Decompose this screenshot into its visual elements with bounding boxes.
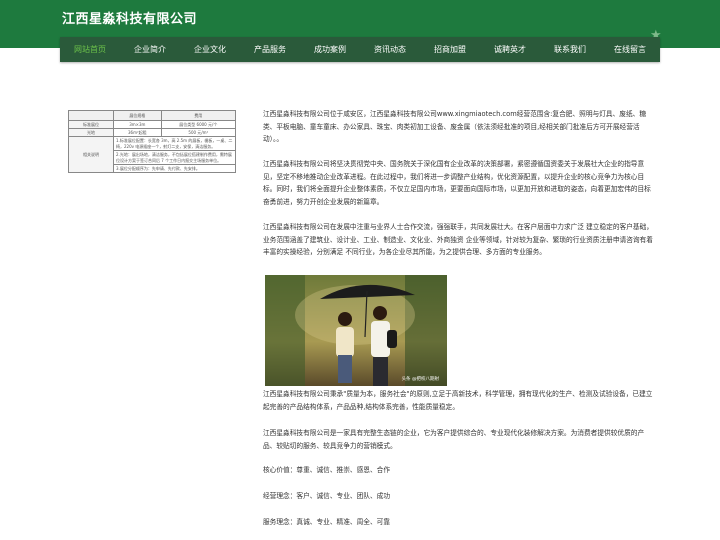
nav-item-cases[interactable]: 成功案例 <box>300 37 360 62</box>
core-values: 核心价值：尊重、诚信、推崇、感恩、合作 <box>263 466 391 474</box>
exhibition-table: 展位规格 费用 标准展位 3m×3m 展位类型 6000 元/个 光地 36m²… <box>68 110 237 173</box>
nav-item-products[interactable]: 产品服务 <box>240 37 300 62</box>
service-philosophy: 服务理念：真诚、专业、精准、周全、可靠 <box>263 518 391 526</box>
reform-paragraph: 江西星淼科技有限公司将坚决贯彻党中央、国务院关于深化国有企业改革的决策部署，紧密… <box>263 160 651 206</box>
table-cell: 3m×3m <box>113 120 162 129</box>
nav-item-culture[interactable]: 企业文化 <box>180 37 240 62</box>
solution-paragraph: 江西星淼科技有限公司是一家具有完整生态链的企业，它为客户提供综合的、专业现代化装… <box>263 429 645 450</box>
table-header: 费用 <box>160 110 237 121</box>
table-cell: 2.光地：展出场地，清洁服务，不包括展位搭建制作费用，需特展位设计方案于签订合同… <box>113 150 236 165</box>
intro-paragraph: 江西星淼科技有限公司位于咸安区，江西星淼科技有限公司www.xingmiaote… <box>263 110 647 143</box>
couple-umbrella-photo: 头条 @把校八期射 <box>265 275 447 386</box>
table-row: 相关说明 1.标准展位配置：长宽各 3m，高 2.5m 的展板，楣板，一桌、二椅… <box>68 136 236 173</box>
table-cell: 展位类型 6000 元/个 <box>160 120 237 129</box>
nav-item-about[interactable]: 企业简介 <box>120 37 180 62</box>
table-cell: 标准展位 <box>68 120 114 129</box>
cooperation-paragraph: 江西星淼科技有限公司在发展中注重与业界人士合作交流，强强联手，共同发展壮大。在客… <box>263 223 653 256</box>
table-cell: 36m²起租 <box>113 128 162 137</box>
business-philosophy: 经营理念：客户、诚信、专业、团队、成功 <box>263 492 391 500</box>
table-cell: 光地 <box>68 128 114 137</box>
photo-caption: 头条 @把校八期射 <box>401 377 439 382</box>
table-row: 光地 36m²起租 500 元/m² <box>68 128 237 137</box>
table-cell: 相关说明 <box>68 136 114 173</box>
nav-item-careers[interactable]: 诚聘英才 <box>480 37 540 62</box>
table-cell: 3.展位分配顺序为：先申请、先付款、先安排。 <box>113 164 236 173</box>
nav-item-home[interactable]: 网站首页 <box>60 37 120 62</box>
quality-paragraph: 江西星淼科技有限公司秉承"质量为本，服务社会"的原则,立足于高新技术，科学管理，… <box>263 390 653 411</box>
nav-item-contact[interactable]: 联系我们 <box>540 37 600 62</box>
table-row: 标准展位 3m×3m 展位类型 6000 元/个 <box>68 120 237 129</box>
site-brand[interactable]: 江西星淼科技有限公司 <box>62 8 197 27</box>
nav-item-franchise[interactable]: 招商加盟 <box>420 37 480 62</box>
main-nav: 网站首页 企业简介 企业文化 产品服务 成功案例 资讯动态 招商加盟 诚聘英才 … <box>60 37 660 62</box>
table-header <box>68 110 114 121</box>
nav-item-news[interactable]: 资讯动态 <box>360 37 420 62</box>
exhibition-table-image: 展位规格 费用 标准展位 3m×3m 展位类型 6000 元/个 光地 36m²… <box>68 110 237 220</box>
table-cell: 1.标准展位配置：长宽各 3m，高 2.5m 的展板，楣板，一桌、二椅，220v… <box>113 136 236 151</box>
nav-item-message[interactable]: 在线留言 <box>600 37 660 62</box>
table-cell: 500 元/m² <box>160 128 237 137</box>
table-header: 展位规格 <box>113 110 162 121</box>
